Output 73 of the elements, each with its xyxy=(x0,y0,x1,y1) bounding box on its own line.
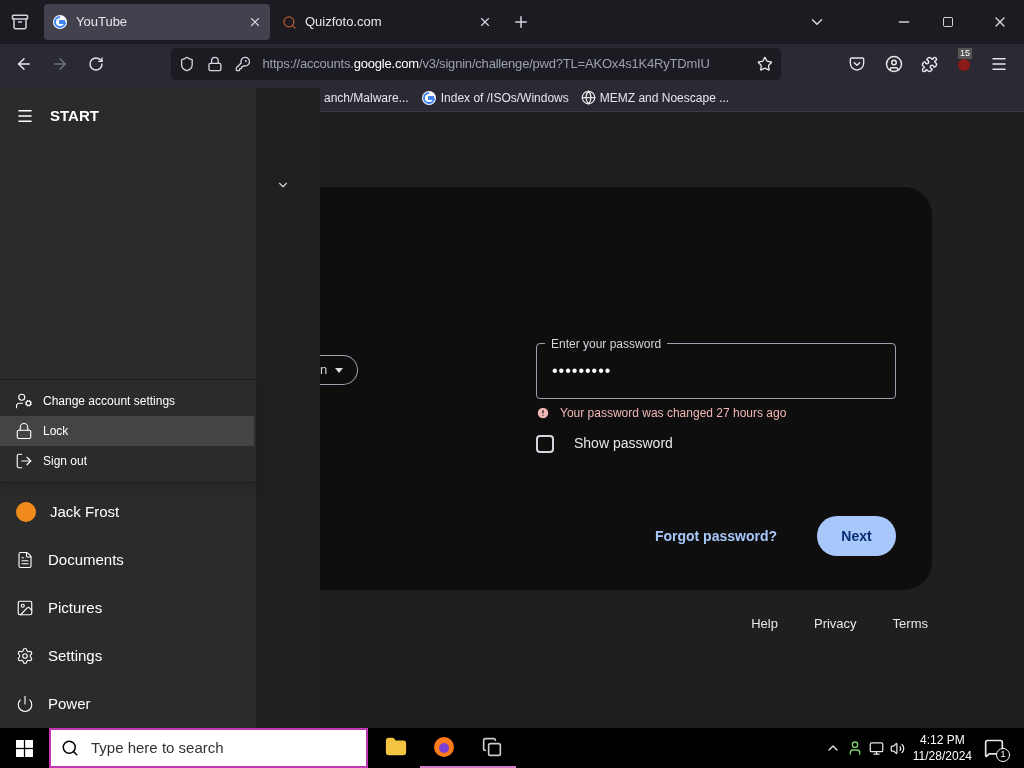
notification-count: 1 xyxy=(996,748,1010,762)
picture-icon xyxy=(16,599,34,617)
google-icon xyxy=(52,14,68,30)
search-icon xyxy=(61,739,79,757)
next-button[interactable]: Next xyxy=(817,516,896,556)
search-icon xyxy=(282,14,297,30)
bookmark-item[interactable]: Index of /ISOs/Windows xyxy=(420,88,569,107)
bookmark-star-icon[interactable] xyxy=(757,56,773,72)
browser-tab[interactable]: YouTube xyxy=(44,4,270,40)
start-menu-item[interactable]: Settings xyxy=(0,632,256,680)
bookmark-item[interactable]: anch/Malware... xyxy=(324,88,409,107)
search-field[interactable]: Type here to search xyxy=(49,728,368,768)
globe-icon xyxy=(580,90,596,105)
lock-icon xyxy=(206,56,223,72)
reload-icon[interactable] xyxy=(88,56,104,72)
start-title: START xyxy=(50,105,99,126)
pocket-icon[interactable] xyxy=(849,56,865,72)
search-placeholder: Type here to search xyxy=(91,737,224,758)
extensions-icon[interactable] xyxy=(921,55,938,73)
footer-link[interactable]: Terms xyxy=(888,614,932,634)
menu-icon[interactable] xyxy=(990,55,1008,73)
checkbox-label: Show password xyxy=(574,434,673,453)
tab-title: YouTube xyxy=(76,13,129,32)
document-icon xyxy=(16,551,34,569)
error-message: Your password was changed 27 hours ago xyxy=(560,405,787,422)
sign-out-icon xyxy=(15,452,33,470)
browser-tab[interactable]: Quizfoto.com xyxy=(274,4,500,40)
user-settings-icon xyxy=(15,392,33,410)
tab-list-icon[interactable] xyxy=(11,13,29,31)
start-menu-item[interactable]: Jack Frost xyxy=(0,488,256,536)
start-menu-item[interactable]: Power xyxy=(0,680,256,728)
account-icon[interactable] xyxy=(885,55,903,73)
footer-link[interactable]: Help xyxy=(747,614,782,634)
start-menu-item[interactable]: Pictures xyxy=(0,584,256,632)
account-menu-item[interactable]: Lock xyxy=(0,416,254,446)
start-menu-item[interactable]: Documents xyxy=(0,536,256,584)
menu-icon[interactable] xyxy=(16,107,34,125)
forward-icon[interactable] xyxy=(51,55,69,73)
task-view-icon xyxy=(482,737,502,757)
account-menu-item[interactable]: Change account settings xyxy=(0,386,254,416)
bookmark-item[interactable]: MEMZ and Noescape ... xyxy=(580,88,730,107)
clock-date: 11/28/2024 xyxy=(912,748,972,764)
url-text: https://accounts.google.com/v3/signin/challenge/pwd?TL=AKOx4s1K4RyTDmIU xyxy=(262,55,711,74)
shield-icon xyxy=(179,56,195,72)
clock-time: 4:12 PM xyxy=(920,732,965,748)
avatar-icon xyxy=(16,502,36,522)
notification-badge: 15 xyxy=(958,48,972,59)
network-icon[interactable] xyxy=(868,740,884,756)
notification-icon[interactable] xyxy=(984,738,1004,758)
caret-icon xyxy=(335,367,344,373)
windows-logo-icon[interactable] xyxy=(16,739,33,757)
back-icon[interactable] xyxy=(15,55,33,73)
close-icon[interactable] xyxy=(478,15,492,29)
close-icon[interactable] xyxy=(248,15,262,29)
volume-icon[interactable] xyxy=(889,740,905,756)
clock[interactable]: 4:12 PM 11/28/2024 xyxy=(912,732,972,764)
key-icon xyxy=(234,56,251,72)
new-tab-icon[interactable] xyxy=(512,13,530,31)
checkbox[interactable] xyxy=(536,434,554,453)
footer-link[interactable]: Privacy xyxy=(810,614,861,634)
power-icon xyxy=(16,695,34,713)
tab-title: Quizfoto.com xyxy=(305,13,383,32)
address-bar[interactable]: https://accounts.google.com/v3/signin/challenge/pwd?TL=AKOx4s1K4RyTDmIU xyxy=(171,48,781,80)
password-value: ••••••••• xyxy=(552,361,612,381)
forgot-password-link[interactable]: Forgot password? xyxy=(654,525,777,547)
lock-icon xyxy=(15,422,33,440)
error-icon xyxy=(536,406,550,420)
google-icon xyxy=(420,89,437,106)
browser-icon xyxy=(432,735,456,759)
account-menu-item[interactable]: Sign out xyxy=(0,446,254,476)
settings-icon xyxy=(16,647,34,665)
maximize-icon[interactable] xyxy=(942,16,954,28)
folder-icon xyxy=(385,736,407,758)
